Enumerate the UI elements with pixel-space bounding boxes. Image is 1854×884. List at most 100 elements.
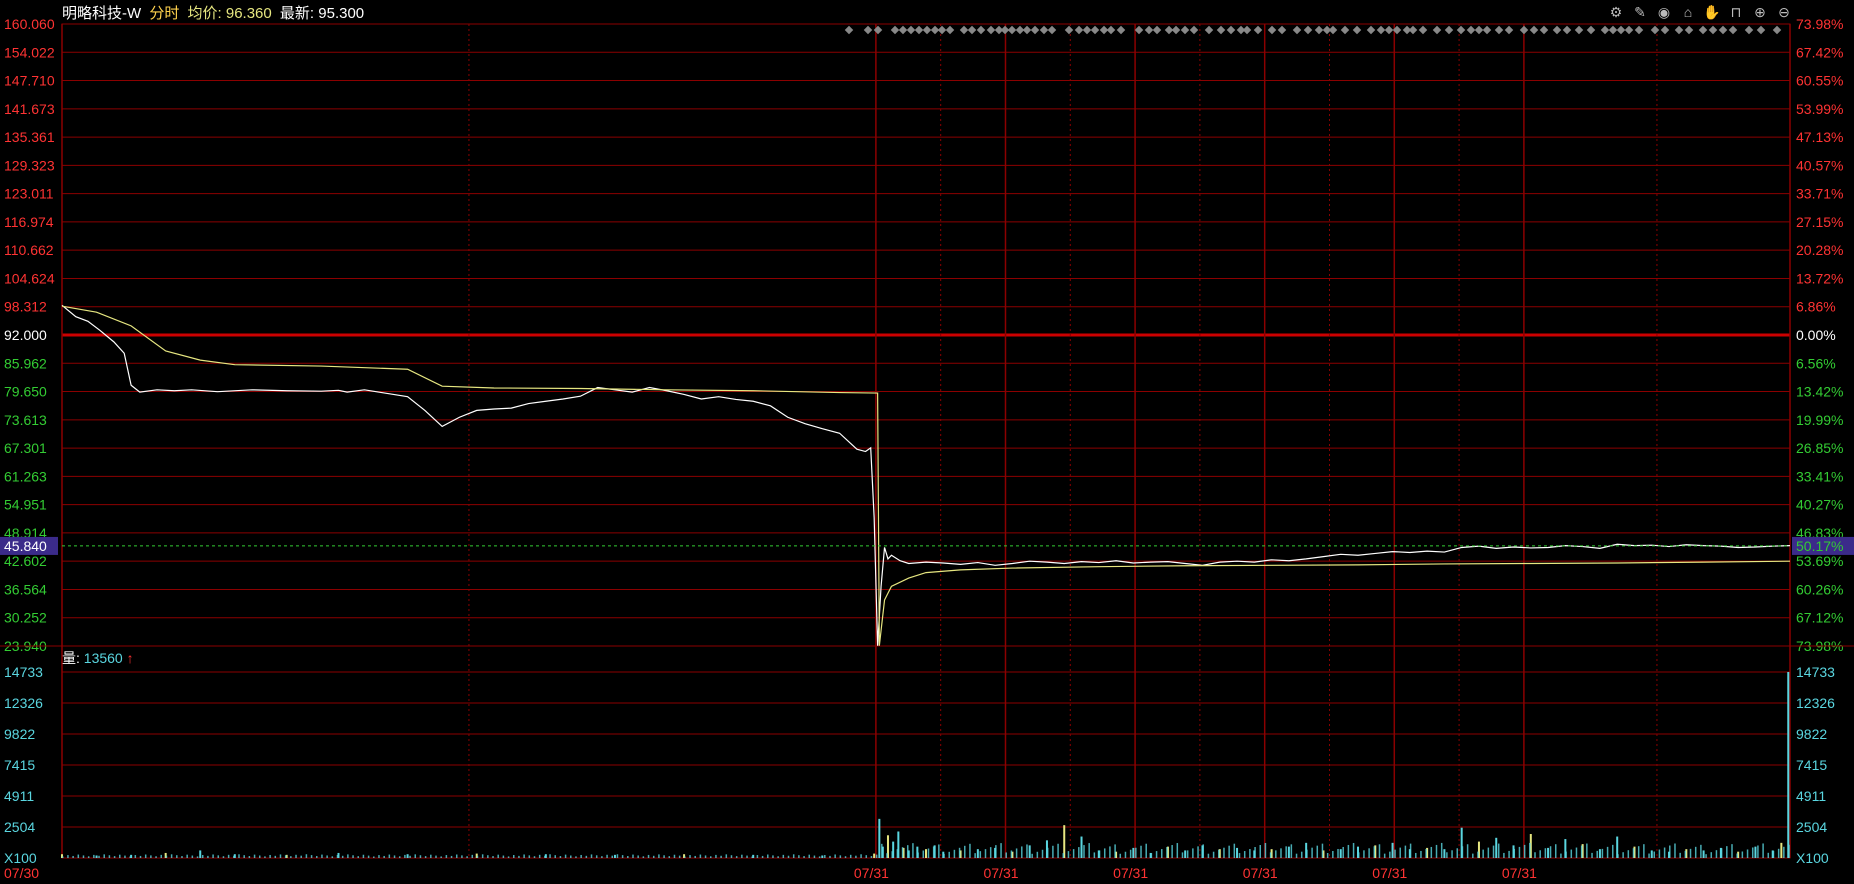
signal-marker [1519,25,1529,35]
volume-bar [1062,853,1065,858]
volume-bar [1326,853,1329,858]
volume-bar [1052,845,1054,858]
signal-marker [1529,25,1539,35]
volume-bar [855,855,857,858]
zoom-in-icon[interactable]: ⊕ [1750,2,1770,22]
volume-bar [113,856,116,858]
volume-bar [1300,851,1303,858]
y-tick-label: 160.060 [4,16,55,32]
volume-bar [1726,846,1728,858]
volume-bar [1264,843,1267,858]
volume-bar [699,854,702,858]
volume-bar [875,854,878,858]
volume-bar [1021,846,1023,858]
intraday-chart[interactable]: 160.060 73.98% 154.022 67.42% 147.710 60.55% 1… [0,0,1854,884]
volume-bar [295,854,297,858]
volume-tick-label: 12326 [4,695,43,711]
volume-bar [1238,853,1241,858]
y-tick-label: 92.000 [4,327,47,343]
volume-bar [647,854,650,858]
volume-bar [502,855,505,858]
volume-bar [1212,851,1215,858]
volume-bar [891,851,893,858]
volume-bar [290,856,292,858]
volume-bar [1653,851,1655,858]
volume-bar [1700,844,1702,858]
volume-bar [772,855,774,858]
volume-bar [938,844,940,858]
gear-icon[interactable]: ⚙ [1606,2,1626,22]
x-tick-label: 07/30 [4,865,39,881]
x-tick-label: 07/31 [983,865,1018,881]
signal-marker [1494,25,1504,35]
signal-marker [1226,25,1236,35]
volume-bar [1757,845,1759,858]
volume-bar [1124,851,1127,858]
volume-bar [886,853,888,858]
volume-bar [98,855,100,858]
basket-icon[interactable]: ⌂ [1678,2,1698,22]
volume-bar [1236,847,1239,858]
volume-bar [430,854,432,858]
volume-bar [1166,847,1168,858]
volume-bar [1316,845,1319,858]
volume-bar [798,855,800,858]
volume-bar [487,855,489,858]
zoom-out-icon[interactable]: ⊖ [1774,2,1794,22]
volume-bar [818,856,821,858]
volume-bar [1197,846,1199,858]
volume-bar [1404,845,1407,858]
eye-icon[interactable]: ◉ [1654,2,1674,22]
volume-bar [673,854,676,858]
volume-bar [1787,672,1790,858]
y-right-tick-label: 47.13% [1796,129,1843,145]
signal-marker [1756,25,1766,35]
volume-bar [1580,845,1583,858]
volume-tick-label: 2504 [4,819,35,835]
volume-bar [253,854,256,858]
volume-bar [1780,842,1783,858]
volume-bar [1783,846,1785,858]
volume-bar [1080,836,1083,858]
volume-bar [1161,849,1163,858]
y-right-tick-label: 40.57% [1796,157,1843,173]
volume-bar [777,856,779,858]
volume-bar [1363,850,1365,858]
pencil-icon[interactable]: ✎ [1630,2,1650,22]
signal-marker [1116,25,1126,35]
volume-bar [227,854,230,858]
volume-bar [507,856,510,858]
signal-marker [959,25,969,35]
signal-marker [1090,25,1100,35]
signal-marker [945,25,955,35]
volume-bar [948,851,950,858]
volume-bar [528,855,531,858]
volume-bar [1694,846,1697,858]
volume-bar [393,855,396,858]
volume-tick-label: 4911 [4,788,34,804]
signal-marker [1456,25,1466,35]
volume-bar [1523,844,1526,858]
volume-bar [129,856,131,858]
y-right-tick-label: 67.42% [1796,44,1843,60]
volume-bar [1539,850,1541,858]
volume-bar [455,854,458,858]
volume-bar [1715,850,1718,858]
volume-bar [155,856,157,858]
volume-bar [233,855,235,858]
y-right-tick-label: 60.55% [1796,73,1843,89]
hand-icon[interactable]: ✋ [1702,2,1722,22]
volume-bar [1332,850,1334,858]
signal-marker [1189,25,1199,35]
volume-bar [761,855,764,858]
signal-marker [1634,25,1644,35]
volume-bar [1446,852,1448,858]
lock-icon[interactable]: ⊓ [1726,2,1746,22]
volume-bar [108,855,111,858]
y-right-tick-label: 19.99% [1796,412,1843,428]
volume-bar [746,855,748,858]
avg-price-label: 均价: [187,5,222,22]
volume-bar [844,856,847,858]
signal-marker [1718,25,1728,35]
signal-marker [1650,25,1660,35]
